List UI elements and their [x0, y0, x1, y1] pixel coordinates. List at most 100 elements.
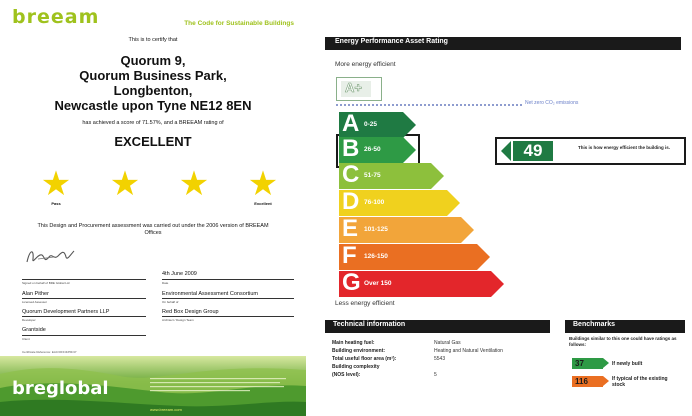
client-line: [22, 335, 146, 336]
net-zero-line: [336, 104, 522, 106]
less-efficient-label: Less energy efficient: [335, 300, 395, 307]
net-zero-label: Net zero CO₂ emissions: [525, 100, 579, 106]
band-letter: B: [342, 135, 360, 162]
certificate-reference: Certificate Reference: EAC/OFF/4/PR/47: [22, 350, 77, 354]
band-letter: E: [342, 215, 359, 242]
signed-on-behalf-label: Signed on behalf of BRE Global Ltd: [22, 281, 70, 285]
epc-title: Energy Performance Asset Rating: [335, 38, 448, 45]
tech-label: Main heating fuel:: [332, 340, 375, 346]
star-icon: ★: [178, 165, 210, 203]
star-label-pass: Pass: [51, 201, 61, 206]
band-range: 0-25: [364, 121, 378, 128]
star-label-excellent: Excellent: [254, 201, 272, 206]
band-letter: C: [342, 161, 360, 188]
benchmark-typical-badge: 116: [572, 376, 609, 387]
benchmarks-header: Benchmarks: [565, 320, 685, 333]
certify-text: This is to certify that: [128, 37, 178, 43]
assessor-label: Licensed Assessor: [22, 300, 48, 304]
developer-label: Developer: [22, 318, 36, 322]
band-arrow: [491, 271, 504, 297]
band-letter: F: [342, 242, 357, 269]
assessor-organisation: Environmental Assessment Consortium: [162, 291, 258, 297]
benchmark-label: If typical of the existing stock: [612, 376, 668, 388]
band-arrow: [461, 217, 474, 243]
benchmark-arrow: [603, 358, 609, 368]
benchmark-value: 37: [575, 359, 584, 368]
client-label: Client: [22, 337, 30, 341]
band-range: Over 150: [364, 280, 392, 287]
address-line: Newcastle upon Tyne NE12 8EN: [54, 98, 252, 113]
band-range: 51-75: [364, 172, 381, 179]
footer-url[interactable]: www.breeam.com: [150, 407, 182, 412]
band-arrow: [477, 244, 490, 270]
address-line: Quorum 9,: [120, 53, 186, 68]
tech-value: Heating and Natural Ventilation: [434, 348, 503, 354]
star-icon: ★: [109, 165, 141, 203]
architect-label: Architect / Design Team: [162, 318, 194, 322]
score-text: has achieved a score of 71.57%, and a BR…: [82, 120, 224, 126]
band-d: D 76-100: [339, 188, 460, 216]
a-plus-band: A+: [336, 77, 382, 101]
benchmark-label: If newly built: [612, 361, 643, 367]
signature-image: [26, 250, 75, 263]
address-line: Quorum Business Park,: [79, 68, 227, 83]
technical-info-header: Technical information: [325, 320, 550, 333]
a-plus-label: A+: [345, 80, 363, 96]
benchmark-value: 116: [575, 377, 588, 386]
indicator-arrow: [501, 141, 511, 161]
signature-line: [22, 279, 146, 280]
band-letter: A: [342, 110, 360, 137]
band-arrow: [431, 163, 444, 189]
assessment-version-text: This Design and Procurement assessment w…: [37, 223, 269, 236]
tech-label: Total useful floor area (m²):: [332, 356, 397, 362]
band-arrow: [403, 112, 416, 138]
band-range: 126-150: [364, 253, 388, 260]
certificate-footer: breglobal www.breeam.com: [0, 356, 306, 416]
band-b: B 26-50: [339, 135, 416, 163]
benchmark-arrow: [603, 376, 609, 386]
band-g: G Over 150: [339, 269, 504, 297]
developer-name: Quorum Development Partners LLP: [22, 309, 110, 315]
current-rating-text: This is how energy efficient the buildin…: [578, 145, 671, 150]
date-line: [162, 279, 294, 280]
date-value: 4th June 2009: [162, 271, 197, 277]
star-icon: ★: [247, 165, 279, 203]
benchmarks-intro: Buildings similar to this one could have…: [569, 336, 677, 347]
tech-label: (NOS level):: [332, 372, 361, 378]
assessor-line: [22, 298, 146, 299]
assessor-org-label: On behalf of: [162, 300, 179, 304]
band-range: 101-125: [364, 226, 388, 233]
breeam-rating: EXCELLENT: [114, 134, 192, 149]
breeam-tagline: The Code for Sustainable Buildings: [184, 20, 294, 27]
bre-global-logo: breglobal: [12, 378, 109, 399]
architect-name: Red Box Design Group: [162, 309, 219, 315]
energy-performance-asset-rating: Energy Performance Asset Rating More ene…: [322, 30, 692, 416]
footer-fine-print: [150, 378, 286, 392]
architect-line: [162, 316, 294, 317]
star-icon: ★: [40, 165, 72, 203]
band-letter: G: [342, 269, 361, 296]
date-label: Date: [162, 281, 169, 285]
band-arrow: [403, 137, 416, 163]
tech-label: Building complexity: [332, 364, 380, 370]
more-efficient-label: More energy efficient: [335, 61, 396, 68]
client-name: Grantside: [22, 327, 46, 333]
tech-label: Building environment:: [332, 348, 386, 354]
tech-value: 5: [434, 372, 437, 378]
current-rating-indicator: 49 This is how energy efficient the buil…: [495, 137, 686, 165]
breeam-certificate: breeam The Code for Sustainable Building…: [0, 0, 306, 416]
building-address: Quorum 9, Quorum Business Park, Longbent…: [0, 53, 306, 113]
breeam-logo: breeam: [12, 6, 100, 28]
band-e: E 101-125: [339, 215, 474, 243]
benchmarks-title: Benchmarks: [573, 321, 616, 328]
benchmark-new-badge: 37: [572, 358, 609, 369]
epc-header: Energy Performance Asset Rating: [325, 37, 681, 50]
developer-line: [22, 316, 146, 317]
assessor-org-line: [162, 298, 294, 299]
current-rating-value: 49: [513, 141, 553, 161]
address-line: Longbenton,: [113, 83, 193, 98]
band-range: 26-50: [364, 146, 381, 153]
band-arrow: [447, 190, 460, 216]
band-range: 76-100: [364, 199, 385, 206]
technical-info-title: Technical information: [333, 321, 406, 328]
